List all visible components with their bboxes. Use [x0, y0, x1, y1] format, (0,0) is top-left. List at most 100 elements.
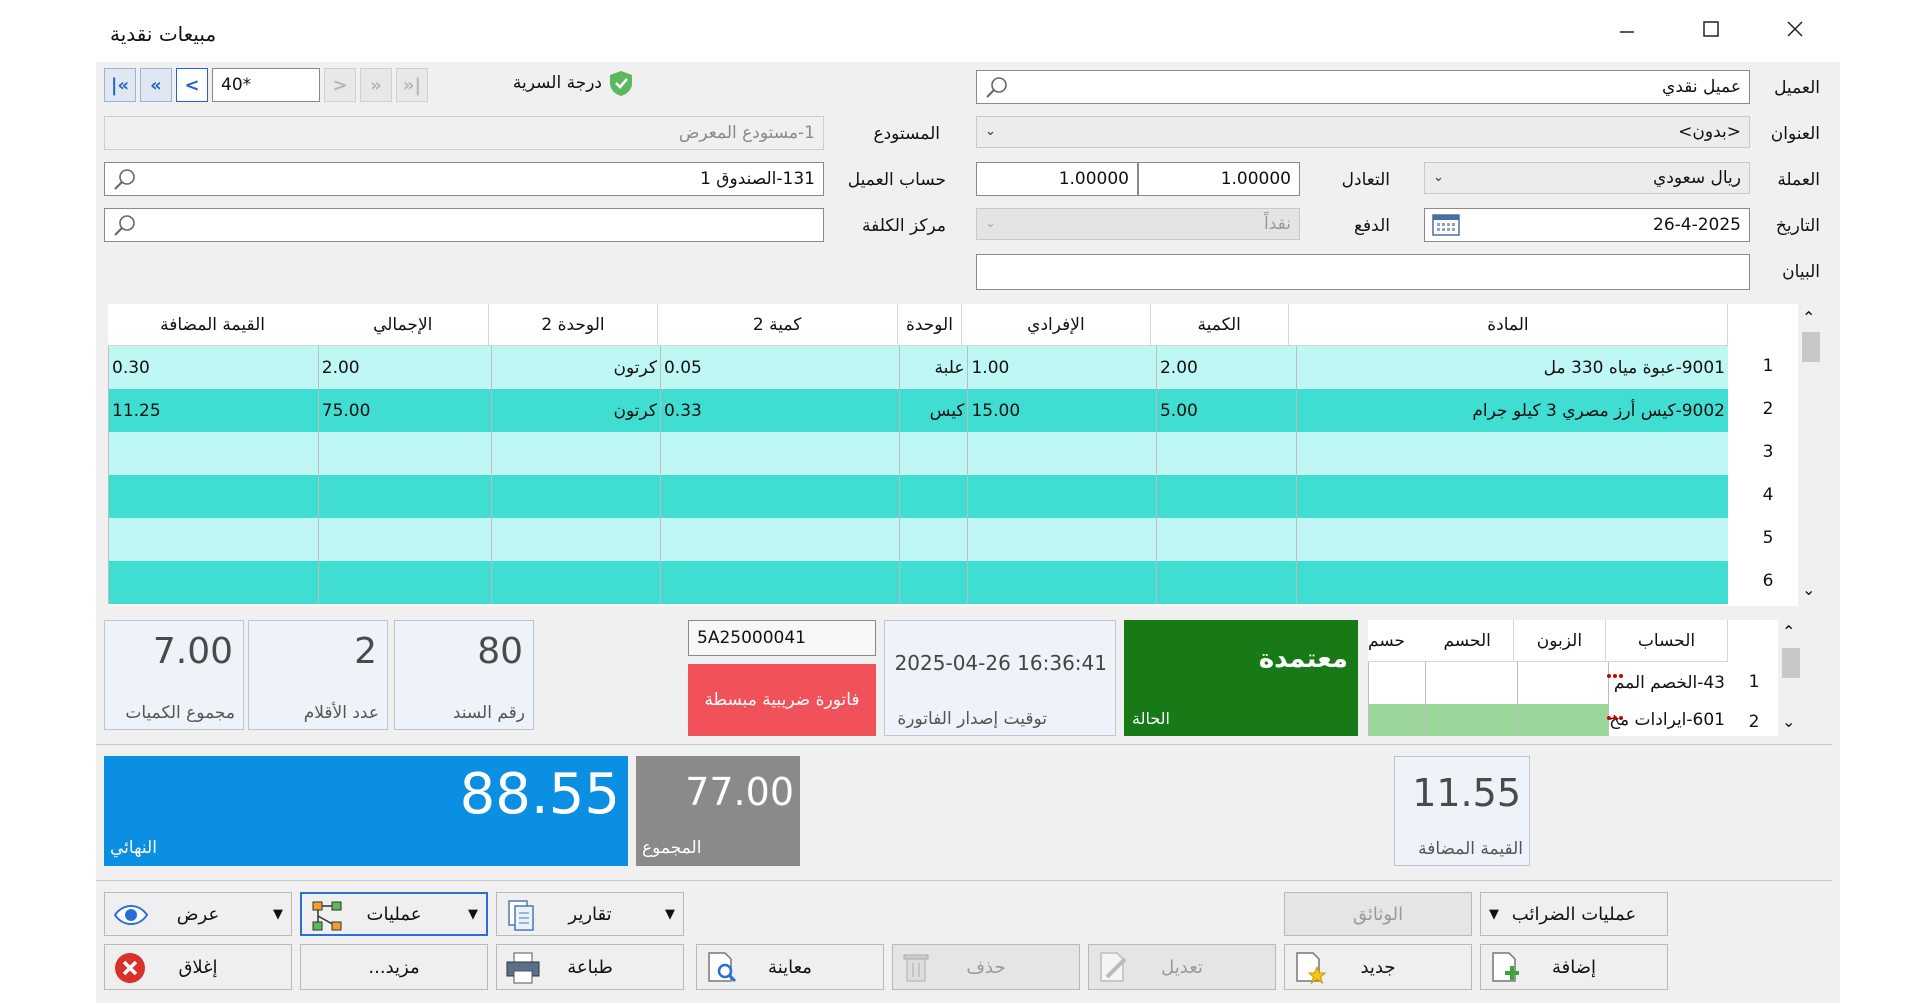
qty-cell[interactable]	[1155, 475, 1296, 518]
customer-account-field[interactable]: 131-الصندوق 1	[104, 162, 824, 196]
total-cell[interactable]: 75.00	[317, 389, 491, 432]
client-cell[interactable]	[1516, 704, 1609, 736]
delete-button[interactable]: حذف	[892, 944, 1080, 990]
notes-field[interactable]	[976, 254, 1750, 290]
discount2-cell[interactable]	[1368, 704, 1425, 736]
total-cell[interactable]: 2.00	[317, 346, 491, 389]
new-button[interactable]: جديد	[1284, 944, 1472, 990]
cost-center-field[interactable]	[104, 208, 824, 242]
previous-record-button[interactable]: <	[176, 68, 208, 102]
print-button[interactable]: طباعة	[496, 944, 684, 990]
accounts-scrollbar[interactable]: ⌃ ⌄	[1778, 620, 1804, 736]
item-cell[interactable]	[1296, 561, 1728, 604]
date-field[interactable]: 26-4-2025	[1424, 208, 1750, 242]
scroll-thumb[interactable]	[1802, 332, 1820, 362]
next-record-button[interactable]: >	[324, 68, 356, 102]
item-cell[interactable]: 9001-عبوة مياه 330 مل	[1296, 346, 1728, 389]
add-button[interactable]: إضافة	[1480, 944, 1668, 990]
edit-button[interactable]: تعديل	[1088, 944, 1276, 990]
reports-button[interactable]: تقارير ▼	[496, 892, 684, 936]
column-header-qty2[interactable]: كمية 2	[658, 304, 898, 345]
table-row[interactable]	[108, 475, 1728, 518]
search-icon[interactable]	[111, 213, 139, 237]
scroll-down-icon[interactable]: ⌄	[1782, 712, 1795, 731]
unit-cell[interactable]: كيس	[898, 389, 968, 432]
qty-cell[interactable]: 5.00	[1155, 389, 1296, 432]
vat-cell[interactable]	[108, 518, 318, 561]
unit-cell[interactable]	[898, 432, 968, 475]
qty-cell[interactable]: 2.00	[1155, 346, 1296, 389]
table-row[interactable]	[108, 518, 1728, 561]
unit2-cell[interactable]	[490, 518, 660, 561]
qty2-cell[interactable]	[659, 432, 899, 475]
scroll-up-icon[interactable]: ⌃	[1782, 622, 1795, 641]
scroll-thumb[interactable]	[1782, 648, 1800, 678]
search-icon[interactable]	[111, 167, 139, 191]
accounts-row[interactable]: 43-الخصم المم	[1368, 662, 1728, 704]
table-row[interactable]	[108, 432, 1728, 475]
documents-button[interactable]: الوثائق	[1284, 892, 1472, 936]
qty2-cell[interactable]	[659, 561, 899, 604]
price-cell[interactable]: 15.00	[967, 389, 1156, 432]
parity-field-2[interactable]: 1.00000	[976, 162, 1138, 196]
unit2-cell[interactable]: كرتون	[490, 389, 660, 432]
price-cell[interactable]	[967, 432, 1156, 475]
column-header-discount-2[interactable]: حسم	[1368, 620, 1422, 661]
address-select[interactable]: <بدون> ⌄	[976, 116, 1750, 148]
column-header-vat[interactable]: القيمة المضافة	[108, 304, 317, 345]
unit-cell[interactable]: علبة	[898, 346, 968, 389]
column-header-discount[interactable]: الحسم	[1422, 620, 1514, 661]
item-cell[interactable]	[1296, 432, 1728, 475]
column-header-unit2[interactable]: الوحدة 2	[489, 304, 658, 345]
table-row[interactable]: 9001-عبوة مياه 330 مل 2.00 1.00 علبة 0.05 كرت…	[108, 346, 1728, 389]
qty2-cell[interactable]	[659, 475, 899, 518]
next-page-button[interactable]: »	[360, 68, 392, 102]
discount-cell[interactable]	[1424, 704, 1517, 736]
vat-cell[interactable]: 11.25	[108, 389, 318, 432]
items-scrollbar[interactable]: ⌃ ⌄	[1798, 304, 1824, 606]
confidentiality-indicator[interactable]: درجة السرية	[494, 68, 634, 98]
total-cell[interactable]	[317, 518, 491, 561]
qty2-cell[interactable]: 0.05	[659, 346, 899, 389]
accounts-row[interactable]: 601-ايرادات مخ	[1368, 704, 1728, 736]
unit-cell[interactable]	[898, 518, 968, 561]
last-record-button[interactable]: »|	[396, 68, 428, 102]
close-button[interactable]: إغلاق	[104, 944, 292, 990]
qty-cell[interactable]	[1155, 432, 1296, 475]
client-cell[interactable]	[1516, 662, 1609, 704]
qty-cell[interactable]	[1155, 518, 1296, 561]
table-row[interactable]	[108, 561, 1728, 604]
total-cell[interactable]	[317, 475, 491, 518]
more-button[interactable]: مزيد...	[300, 944, 488, 990]
total-cell[interactable]	[317, 432, 491, 475]
calendar-icon[interactable]	[1431, 212, 1461, 238]
record-number-field[interactable]: 40*	[212, 68, 320, 102]
column-header-client[interactable]: الزبون	[1514, 620, 1607, 661]
scroll-up-icon[interactable]: ⌃	[1802, 308, 1815, 327]
previous-page-button[interactable]: «	[140, 68, 172, 102]
invoice-code-field[interactable]: 5A25000041	[688, 620, 876, 656]
unit2-cell[interactable]	[490, 475, 660, 518]
column-header-total[interactable]: الإجمالي	[317, 304, 490, 345]
discount2-cell[interactable]	[1368, 662, 1425, 704]
vat-cell[interactable]	[108, 432, 318, 475]
vat-cell[interactable]: 0.30	[108, 346, 318, 389]
item-cell[interactable]	[1296, 475, 1728, 518]
unit2-cell[interactable]	[490, 561, 660, 604]
search-icon[interactable]	[983, 75, 1011, 99]
parity-field-1[interactable]: 1.00000	[1138, 162, 1300, 196]
currency-select[interactable]: ريال سعودي ⌄	[1424, 162, 1750, 194]
discount-cell[interactable]	[1424, 662, 1517, 704]
column-header-unit[interactable]: الوحدة	[898, 304, 963, 345]
vat-cell[interactable]	[108, 475, 318, 518]
price-cell[interactable]	[967, 561, 1156, 604]
first-record-button[interactable]: |«	[104, 68, 136, 102]
column-header-qty[interactable]: الكمية	[1151, 304, 1289, 345]
price-cell[interactable]: 1.00	[967, 346, 1156, 389]
price-cell[interactable]	[967, 518, 1156, 561]
item-cell[interactable]	[1296, 518, 1728, 561]
unit-cell[interactable]	[898, 561, 968, 604]
qty-cell[interactable]	[1155, 561, 1296, 604]
column-header-account[interactable]: الحساب	[1606, 620, 1728, 661]
unit2-cell[interactable]: كرتون	[490, 346, 660, 389]
